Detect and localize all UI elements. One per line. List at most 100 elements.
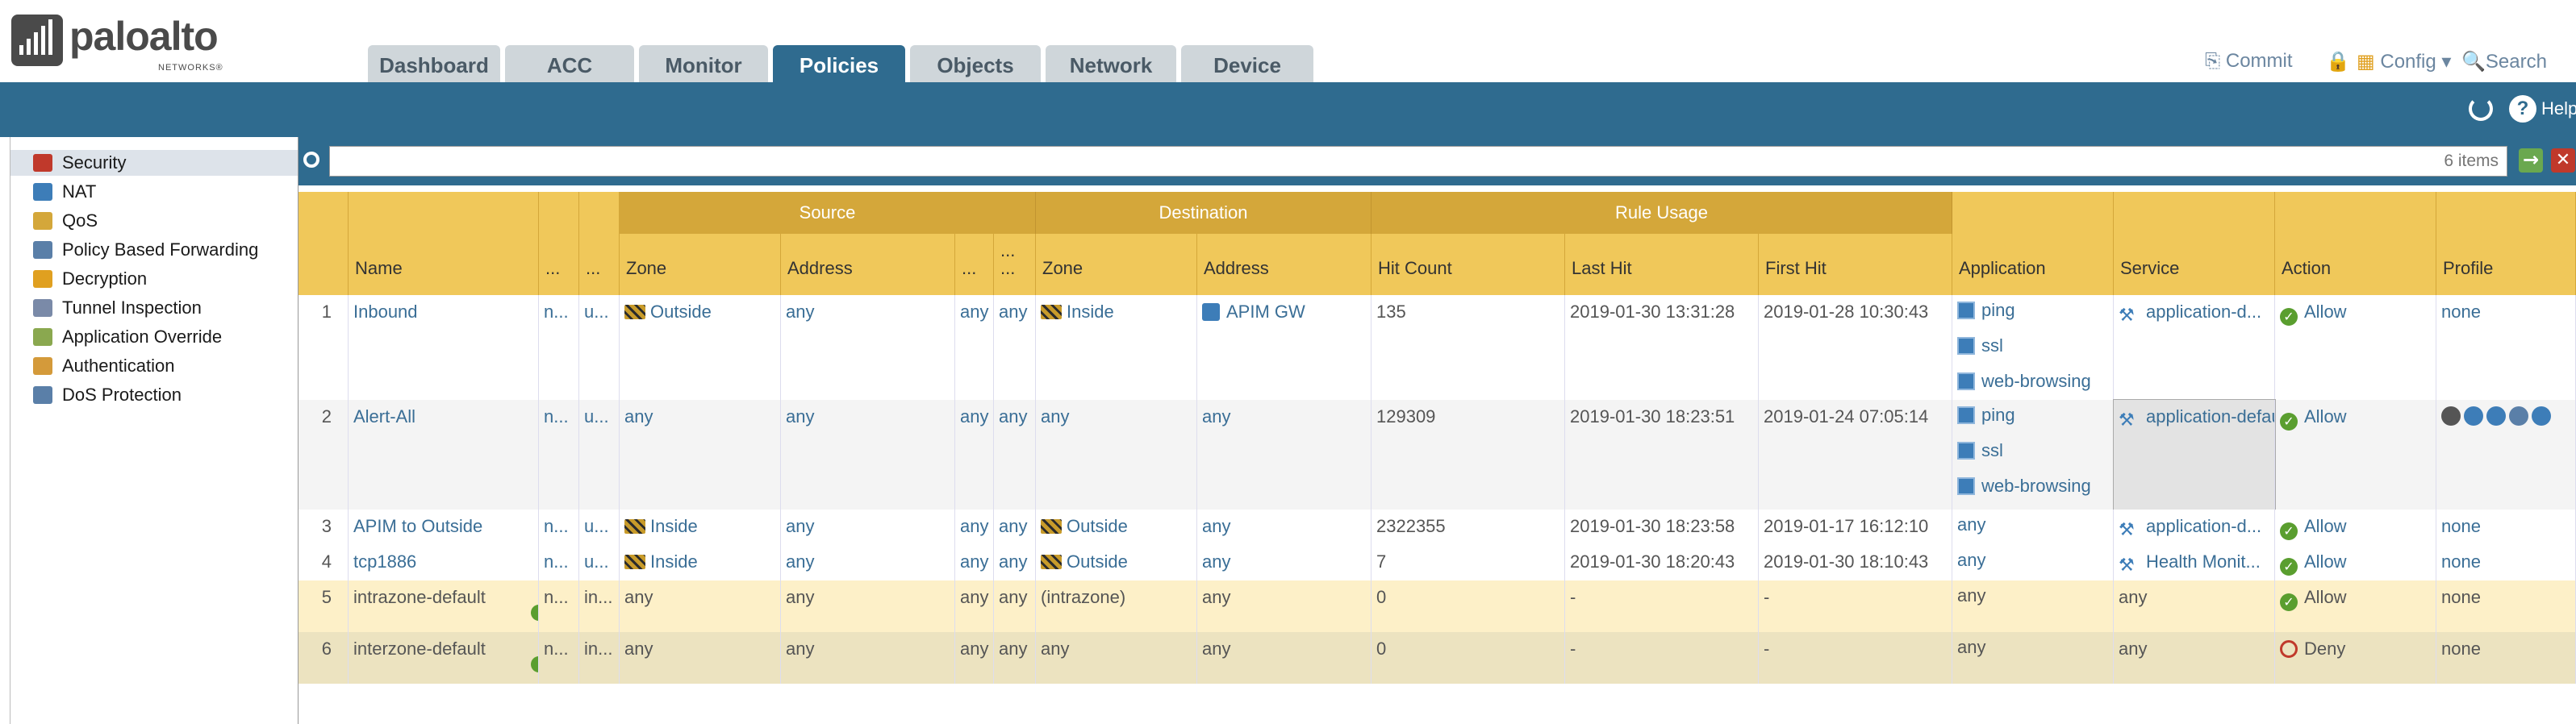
cell-saddr[interactable]: any [781,632,955,684]
column-header[interactable]: Profile [2436,192,2576,295]
cell-a1[interactable]: any [955,295,994,400]
cell-profile[interactable]: none [2436,580,2576,632]
cell-a2[interactable]: any [994,545,1036,580]
cell-c2[interactable]: u... [579,510,620,545]
cell-a2[interactable]: any [994,295,1036,400]
cell-szone[interactable]: Inside [620,545,781,580]
cell-service[interactable]: any [2114,632,2275,684]
column-header[interactable]: Address [781,234,955,295]
sidebar-item-nat[interactable]: NAT [10,179,298,205]
cell-szone[interactable]: any [620,580,781,632]
cell-apps[interactable]: any [1952,580,2114,632]
cell-c2[interactable]: in... [579,580,620,632]
cell-action[interactable]: ✓ Allow [2275,295,2436,400]
application-entry[interactable]: ping [1957,302,2113,337]
cell-apps[interactable]: any [1952,632,2114,684]
application-entry[interactable]: ssl [1957,337,2113,372]
column-header[interactable]: Service [2114,192,2275,295]
cell-first[interactable]: 2019-01-17 16:12:10 [1759,510,1952,545]
cell-szone[interactable]: Outside [620,295,781,400]
table-row[interactable]: 2 Alert-All n... u... any any any any any any 1293… [299,399,2576,510]
sidebar-item-tunnel-inspection[interactable]: Tunnel Inspection [10,295,298,321]
search-link[interactable]: 🔍Search [2461,50,2547,73]
cell-name[interactable]: APIM to Outside [349,510,539,545]
config-menu[interactable]: ▦ Config ▾ [2357,50,2451,73]
cell-saddr[interactable]: any [781,580,955,632]
column-header[interactable]: Application [1952,192,2114,295]
cell-daddr[interactable]: any [1197,580,1372,632]
cell-profile[interactable]: none [2436,295,2576,400]
cell-last[interactable]: - [1565,632,1759,684]
cell-last[interactable]: 2019-01-30 13:31:28 [1565,295,1759,400]
column-header[interactable]: Name [349,192,539,295]
table-row[interactable]: 4 tcp1886 n... u... Inside any any any Outside an… [299,545,2576,580]
cell-daddr[interactable]: any [1197,400,1372,510]
lock-icon[interactable]: 🔒 [2326,50,2350,73]
tab-acc[interactable]: ACC [505,45,634,82]
cell-c1[interactable]: n... [539,632,579,684]
application-entry[interactable]: any [1957,639,2113,674]
application-entry[interactable]: ping [1957,406,2113,442]
cell-a1[interactable]: any [955,400,994,510]
sidebar-item-app-override[interactable]: Application Override [10,324,298,350]
cell-action[interactable]: ✓ Allow [2275,510,2436,545]
sidebar-item-decryption[interactable]: Decryption [10,266,298,292]
cell-a2[interactable]: any [994,510,1036,545]
cell-apps[interactable]: ping ssl web-browsing [1952,295,2114,400]
sidebar-item-authentication[interactable]: Authentication [10,353,298,379]
cell-c2[interactable]: u... [579,295,620,400]
column-header[interactable]: ... [579,192,620,295]
cell-a2[interactable]: any [994,632,1036,684]
cell-hits[interactable]: 135 [1372,295,1565,400]
cell-profile[interactable]: none [2436,510,2576,545]
cell-c1[interactable]: n... [539,545,579,580]
tab-monitor[interactable]: Monitor [639,45,768,82]
cell-dzone[interactable]: Outside [1036,545,1197,580]
cell-szone[interactable]: Inside [620,510,781,545]
tab-device[interactable]: Device [1181,45,1313,82]
column-header[interactable]: ... [539,192,579,295]
application-entry[interactable]: any [1957,516,2113,545]
cell-szone[interactable]: any [620,632,781,684]
refresh-icon[interactable] [2469,97,2493,121]
cell-last[interactable]: - [1565,580,1759,632]
cell-action[interactable]: ✓ Allow [2275,400,2436,510]
apply-filter-button[interactable]: → [2519,148,2543,173]
cell-apps[interactable]: any [1952,545,2114,580]
cell-profile[interactable]: none [2436,545,2576,580]
cell-dzone[interactable]: (intrazone) [1036,580,1197,632]
cell-a1[interactable]: any [955,632,994,684]
cell-daddr[interactable]: APIM GW [1197,295,1372,400]
cell-action[interactable]: ✓ Allow [2275,580,2436,632]
application-entry[interactable]: web-browsing [1957,477,2113,510]
sidebar-item-dos[interactable]: DoS Protection [10,382,298,408]
cell-service[interactable]: ⚒ Health Monit... [2114,545,2275,580]
cell-a2[interactable]: any [994,400,1036,510]
cell-c1[interactable]: n... [539,400,579,510]
clear-filter-button[interactable]: ✕ [2551,148,2575,173]
cell-service[interactable]: ⚒ application-default [2113,399,2276,510]
cell-service[interactable]: any [2114,580,2275,632]
column-header[interactable] [299,192,349,295]
column-header[interactable]: Zone [620,234,781,295]
cell-apps[interactable]: any [1952,510,2114,545]
cell-service[interactable]: ⚒ application-d... [2114,295,2275,400]
cell-a1[interactable]: any [955,510,994,545]
cell-dzone[interactable]: any [1036,632,1197,684]
filter-input[interactable] [329,146,2507,177]
cell-first[interactable]: - [1759,580,1952,632]
cell-a2[interactable]: any [994,580,1036,632]
commit-link[interactable]: ⎘ Commit [2205,50,2293,73]
table-row[interactable]: 6 interzone-default n... in... any any any any a… [299,632,2576,684]
cell-first[interactable]: - [1759,632,1952,684]
application-entry[interactable]: ssl [1957,442,2113,477]
cell-daddr[interactable]: any [1197,510,1372,545]
sidebar-item-qos[interactable]: QoS [10,208,298,234]
cell-daddr[interactable]: any [1197,632,1372,684]
cell-saddr[interactable]: any [781,510,955,545]
sidebar-item-pbf[interactable]: Policy Based Forwarding [10,237,298,263]
cell-daddr[interactable]: any [1197,545,1372,580]
cell-last[interactable]: 2019-01-30 18:23:58 [1565,510,1759,545]
cell-name[interactable]: interzone-default [349,632,539,684]
sidebar-item-security[interactable]: Security [10,150,298,176]
